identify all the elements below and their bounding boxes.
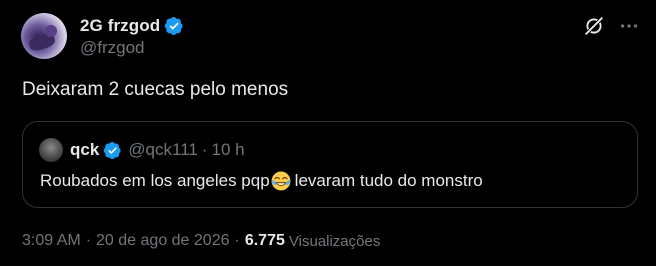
quote-time[interactable]: 10 h — [212, 140, 245, 160]
views-count[interactable]: 6.775 — [245, 232, 285, 250]
views-label[interactable]: Visualizações — [289, 233, 380, 250]
verified-badge-icon[interactable] — [164, 16, 184, 36]
tweet: 2G frzgod @frzgod Deixaram 2 cuecas pelo… — [0, 0, 656, 266]
meta-separator: · — [234, 232, 240, 249]
quote-text-before: Roubados em los angeles pqp — [40, 171, 270, 190]
quote-header: qck @qck111 · 10 h — [70, 139, 245, 161]
quote-text: Roubados em los angeles pqp levaram tudo… — [40, 171, 483, 191]
author-name-row: 2G frzgod — [80, 15, 184, 37]
verified-badge-icon[interactable] — [103, 141, 122, 160]
face-with-tears-of-joy-icon — [271, 171, 291, 191]
quote-display-name[interactable]: qck — [70, 140, 99, 160]
grok-icon[interactable] — [583, 15, 605, 37]
more-icon[interactable] — [618, 15, 640, 37]
meta-separator: · — [85, 232, 92, 249]
tweet-time[interactable]: 3:09 AM — [22, 232, 81, 250]
author-handle[interactable]: @frzgod — [80, 38, 145, 58]
tweet-date[interactable]: 20 de ago de 2026 — [96, 232, 229, 250]
quoted-tweet[interactable]: qck @qck111 · 10 h Roubados em los angel… — [22, 121, 638, 208]
quote-avatar[interactable] — [39, 138, 63, 162]
quote-text-after: levaram tudo do monstro — [294, 171, 483, 190]
quote-separator: · — [201, 140, 208, 159]
author-display-name[interactable]: 2G frzgod — [80, 16, 160, 36]
quote-handle[interactable]: @qck111 — [128, 140, 198, 160]
tweet-metadata: 3:09 AM · 20 de ago de 2026 · 6.775 Visu… — [22, 232, 380, 250]
tweet-text: Deixaram 2 cuecas pelo menos — [22, 79, 289, 100]
author-avatar[interactable] — [21, 13, 67, 59]
